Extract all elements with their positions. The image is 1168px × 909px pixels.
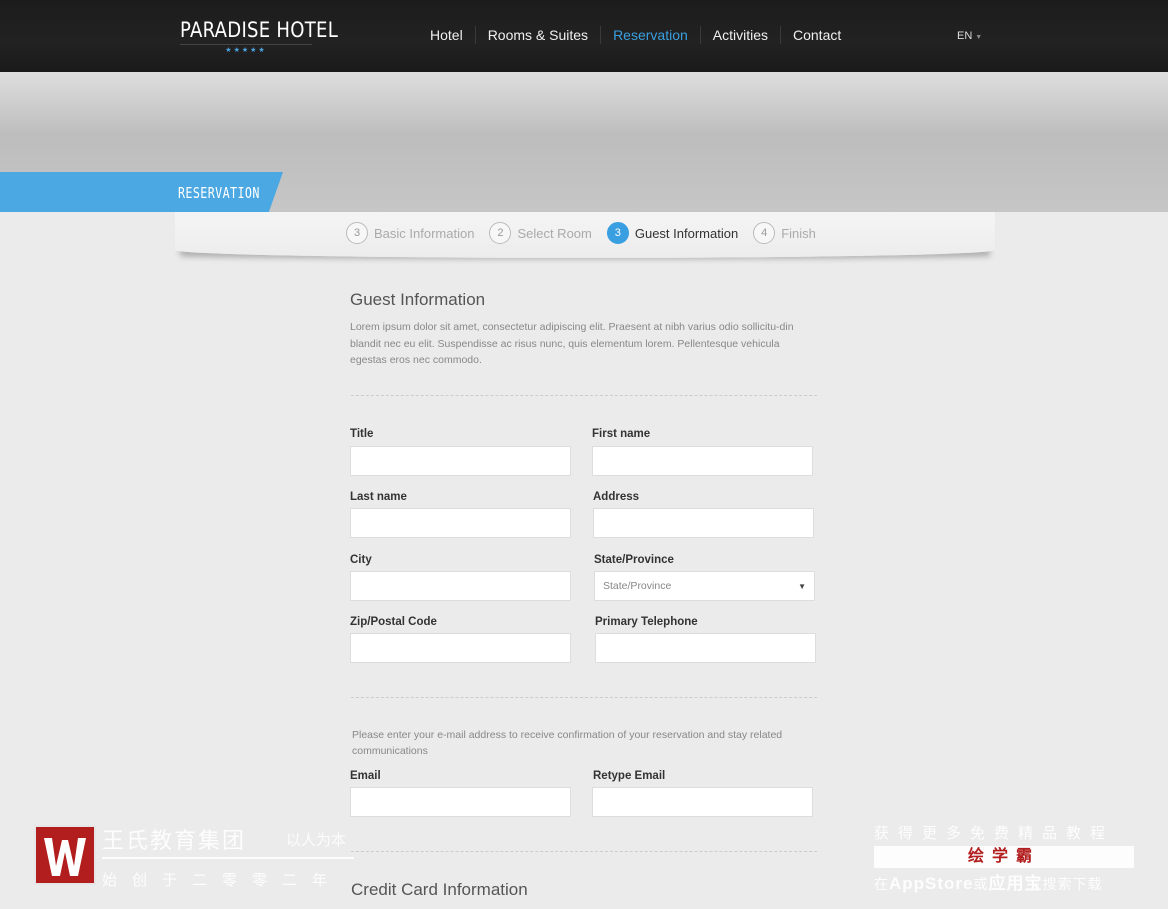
step-number: 2 [489, 222, 512, 244]
zip-label: Zip/Postal Code [350, 616, 437, 628]
nav-activities[interactable]: Activities [699, 26, 780, 44]
step-label: Basic Information [374, 225, 475, 241]
nav-hotel[interactable]: Hotel [418, 26, 475, 44]
section-ribbon: RESERVATION [0, 172, 283, 212]
wm-app-name: 绘学霸 [874, 846, 1134, 868]
caret-down-icon: ▼ [798, 581, 806, 591]
credit-card-title: Credit Card Information [351, 880, 528, 899]
nav-contact[interactable]: Contact [780, 26, 853, 44]
phone-input[interactable] [595, 633, 816, 663]
step-label: Select Room [517, 225, 592, 241]
phone-label: Primary Telephone [595, 616, 698, 628]
watermark-right: 获得更多免费精品教程 绘学霸 在AppStore或应用宝搜索下载 [874, 822, 1134, 894]
divider [351, 395, 817, 396]
logo-stars: ★★★★★ [180, 44, 312, 54]
wm-logo-icon [34, 825, 96, 885]
zip-input[interactable] [350, 633, 571, 663]
step-basic-information[interactable]: 3 Basic Information [346, 222, 474, 244]
wm-prefix: 在 [874, 876, 889, 892]
nav-rooms-suites[interactable]: Rooms & Suites [474, 26, 600, 44]
address-input[interactable] [593, 508, 814, 538]
wm-rule [102, 857, 354, 859]
wm-motto: 以人为本 [286, 832, 347, 849]
email-input[interactable] [350, 787, 571, 817]
reservation-steps: 3 Basic Information 2 Select Room 3 Gues… [346, 222, 831, 244]
section-title: Guest Information [350, 290, 486, 309]
step-number: 3 [606, 222, 629, 244]
title-label: Title [350, 428, 374, 440]
wm-download-hint: 在AppStore或应用宝搜索下载 [874, 869, 1134, 894]
main-nav: Hotel Rooms & Suites Reservation Activit… [418, 26, 853, 44]
retype-email-input[interactable] [592, 787, 813, 817]
step-finish[interactable]: 4 Finish [753, 222, 816, 244]
last-name-input[interactable] [350, 508, 571, 538]
chevron-down-icon: ▼ [975, 34, 983, 41]
divider [351, 697, 817, 698]
state-label: State/Province [594, 554, 674, 566]
step-number: 3 [346, 222, 368, 244]
guest-information-section: Guest Information Lorem ipsum dolor sit … [350, 290, 820, 369]
wm-sub: 始创于二零零二年 [102, 872, 343, 889]
address-label: Address [593, 491, 640, 503]
wm-mid: 或 [973, 876, 989, 892]
hotel-logo[interactable]: PARADISE HOTEL ★★★★★ [180, 18, 339, 54]
language-selector[interactable]: EN ▼ [957, 30, 982, 42]
retype-email-label: Retype Email [593, 770, 666, 782]
ribbon-label: RESERVATION [178, 184, 260, 202]
wm-app: 应用宝 [988, 874, 1043, 893]
last-name-label: Last name [350, 491, 407, 503]
wm-promo: 获得更多免费精品教程 [874, 825, 1115, 842]
step-select-room[interactable]: 2 Select Room [489, 222, 592, 244]
title-input[interactable] [350, 446, 571, 476]
step-guest-information[interactable]: 3 Guest Information [606, 222, 739, 244]
city-label: City [350, 554, 372, 566]
step-number: 4 [753, 222, 776, 244]
first-name-input[interactable] [592, 446, 813, 476]
nav-reservation[interactable]: Reservation [600, 26, 700, 44]
top-navbar: PARADISE HOTEL ★★★★★ Hotel Rooms & Suite… [0, 0, 1168, 72]
wm-brand: 王氏教育集团 [102, 828, 247, 853]
first-name-label: First name [592, 428, 651, 440]
step-label: Guest Information [634, 225, 739, 241]
city-input[interactable] [350, 571, 571, 601]
wm-suffix: 搜索下载 [1042, 876, 1103, 892]
wm-store: AppStore [889, 874, 974, 893]
divider [351, 851, 817, 852]
state-select[interactable]: State/Province ▼ [594, 571, 815, 601]
state-select-value: State/Province [603, 580, 672, 592]
logo-text: PARADISE HOTEL [180, 18, 339, 42]
section-description: Lorem ipsum dolor sit amet, consectetur … [350, 321, 794, 366]
email-label: Email [350, 770, 381, 782]
step-label: Finish [781, 225, 816, 241]
email-note: Please enter your e-mail address to rece… [352, 729, 783, 757]
language-label: EN [957, 30, 973, 42]
